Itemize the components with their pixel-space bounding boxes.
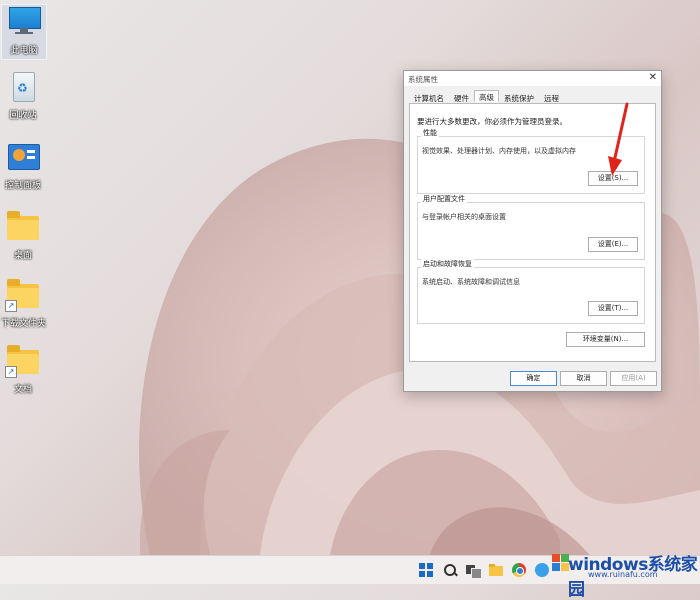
dialog-titlebar: 系统属性 ✕: [404, 71, 661, 86]
desktop-icon-recycle-bin[interactable]: ♻ 回收站: [1, 70, 45, 121]
environment-variables-button[interactable]: 环境变量(N)...: [566, 332, 645, 347]
desktop-icon-downloads-folder[interactable]: ↗ 下载文件夹: [1, 278, 47, 329]
folder-icon: [5, 210, 41, 244]
recycle-bin-icon: ♻: [5, 70, 41, 104]
desktop-icon-label: 文档: [13, 385, 32, 395]
control-panel-icon: [5, 140, 41, 174]
file-explorer-icon[interactable]: [488, 562, 504, 578]
tab-hardware[interactable]: 硬件: [449, 91, 474, 103]
desktop-icon-documents-folder[interactable]: ↗ 文档: [1, 344, 45, 395]
desktop-icon-label: 回收站: [9, 111, 37, 121]
watermark-url: www.ruinafu.com: [588, 570, 658, 579]
dialog-title: 系统属性: [408, 75, 438, 84]
tab-advanced[interactable]: 高级: [474, 90, 499, 102]
desktop-icon-label: 桌面: [13, 251, 32, 261]
chrome-icon[interactable]: [511, 562, 527, 578]
folder-shortcut-icon: ↗: [5, 344, 41, 378]
user-profiles-settings-button[interactable]: 设置(E)...: [588, 237, 638, 252]
tab-computer-name[interactable]: 计算机名: [409, 91, 449, 103]
desktop-icon-desktop-folder[interactable]: 桌面: [1, 210, 45, 261]
apply-button[interactable]: 应用(A): [610, 371, 657, 386]
startup-recovery-settings-button[interactable]: 设置(T)...: [588, 301, 638, 316]
folder-shortcut-icon: ↗: [5, 278, 41, 312]
user-profiles-desc: 与登录帐户相关的桌面设置: [422, 213, 506, 221]
task-view-icon[interactable]: [465, 562, 482, 579]
tab-system-protection[interactable]: 系统保护: [499, 91, 539, 103]
desktop-icon-label: 下载文件夹: [1, 319, 47, 329]
performance-desc: 视觉效果、处理器计划、内存使用，以及虚拟内存: [422, 147, 576, 155]
desktop-icon-control-panel[interactable]: 控制面板: [1, 140, 45, 191]
dialog-tabs: 计算机名 硬件 高级 系统保护 远程: [409, 90, 564, 103]
ok-button[interactable]: 确定: [510, 371, 557, 386]
start-icon[interactable]: [418, 562, 434, 578]
desktop-icon-this-pc[interactable]: 此电脑: [1, 4, 47, 60]
search-icon[interactable]: [442, 562, 458, 578]
tab-remote[interactable]: 远程: [539, 91, 564, 103]
desktop-icon-label: 控制面板: [4, 181, 41, 191]
user-profiles-title: 用户配置文件: [421, 194, 467, 204]
annotation-arrow: [608, 102, 629, 176]
startup-recovery-title: 启动和故障恢复: [421, 259, 474, 269]
user-profiles-group: 用户配置文件 与登录帐户相关的桌面设置 设置(E)...: [417, 194, 645, 260]
site-watermark: windows系统家园 www.ruinafu.com: [548, 548, 700, 600]
startup-recovery-group: 启动和故障恢复 系统启动、系统故障和调试信息 设置(T)...: [417, 259, 645, 324]
startup-recovery-desc: 系统启动、系统故障和调试信息: [422, 278, 520, 286]
desktop-icon-label: 此电脑: [10, 46, 38, 56]
monitor-icon: [6, 5, 42, 39]
performance-title: 性能: [421, 128, 439, 138]
admin-note: 要进行大多数更改，你必须作为管理员登录。: [417, 117, 567, 126]
close-icon[interactable]: ✕: [649, 72, 657, 83]
cancel-button[interactable]: 取消: [560, 371, 607, 386]
